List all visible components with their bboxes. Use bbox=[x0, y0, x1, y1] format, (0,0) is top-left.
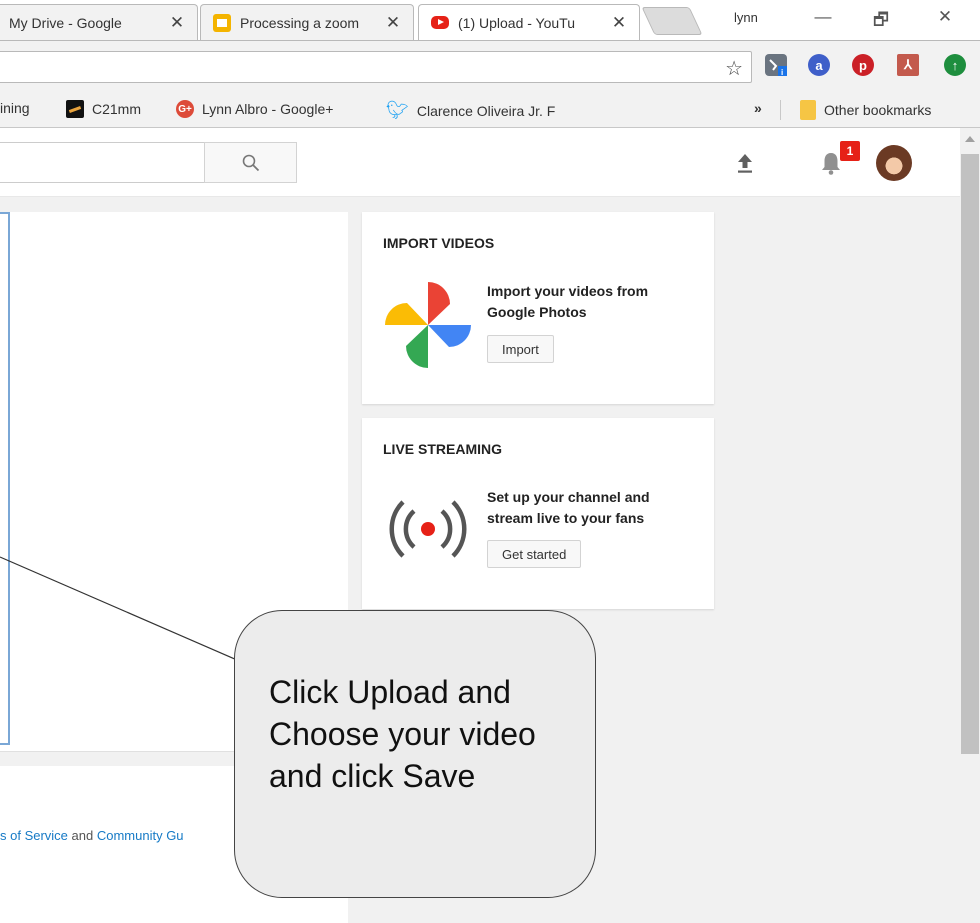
tab-youtube-upload[interactable]: (1) Upload - YouTu ✕ bbox=[418, 4, 640, 40]
folder-icon bbox=[800, 100, 816, 120]
instruction-callout: Click Upload and Choose your video and c… bbox=[234, 610, 596, 898]
notification-count-badge: 1 bbox=[840, 141, 860, 161]
bookmark-item[interactable]: G+ Lynn Albro - Google+ bbox=[176, 100, 333, 118]
tab-title: Processing a zoom bbox=[240, 14, 360, 31]
close-icon[interactable]: ✕ bbox=[611, 13, 627, 33]
youtube-icon bbox=[431, 16, 449, 29]
browser-tab-strip: My Drive - Google ✕ Processing a zoom ✕ … bbox=[0, 0, 980, 40]
live-stream-icon bbox=[389, 500, 467, 558]
update-icon[interactable]: ↑ bbox=[944, 54, 966, 76]
avatar[interactable] bbox=[876, 145, 912, 181]
live-streaming-card: LIVE STREAMING Set up your channel and s… bbox=[362, 418, 714, 609]
callout-text: Click Upload and Choose your video and c… bbox=[269, 674, 536, 794]
terms-conjunction: and bbox=[67, 828, 97, 843]
twitter-icon: 🐦︎ bbox=[386, 100, 409, 120]
tab-title: My Drive - Google bbox=[9, 14, 122, 31]
bookmark-item[interactable]: 🐦︎ Clarence Oliveira Jr. F bbox=[386, 100, 555, 121]
other-bookmarks-folder[interactable]: Other bookmarks bbox=[800, 100, 931, 120]
close-icon[interactable]: ✕ bbox=[385, 13, 401, 33]
svg-text:i: i bbox=[781, 68, 783, 76]
tab-title: (1) Upload - YouTu bbox=[458, 14, 575, 31]
new-tab-button[interactable] bbox=[641, 7, 703, 35]
card-title: IMPORT VIDEOS bbox=[383, 235, 495, 251]
scrollbar-thumb[interactable] bbox=[961, 154, 979, 754]
close-icon[interactable]: ✕ bbox=[169, 13, 185, 33]
slides-icon bbox=[213, 13, 231, 32]
bookmark-label: C21mm bbox=[92, 101, 142, 117]
extension-icon[interactable]: i bbox=[765, 54, 787, 76]
minimize-icon[interactable]: — bbox=[808, 7, 838, 27]
card-description: Set up your channel and stream live to y… bbox=[487, 489, 650, 526]
profile-name[interactable]: lynn bbox=[734, 10, 758, 25]
search-input[interactable] bbox=[0, 142, 206, 183]
bookmarks-overflow-button[interactable]: » bbox=[754, 100, 762, 116]
pdf-icon[interactable]: ⅄ bbox=[897, 54, 919, 76]
google-photos-icon bbox=[385, 282, 471, 368]
import-videos-card: IMPORT VIDEOS Import your videos from Go… bbox=[362, 212, 714, 404]
amazon-assistant-icon[interactable]: a bbox=[808, 54, 830, 76]
scroll-up-arrow-icon[interactable] bbox=[965, 136, 975, 142]
youtube-header: 1 bbox=[0, 128, 960, 197]
bookmark-item[interactable]: ining bbox=[0, 100, 30, 116]
card-title: LIVE STREAMING bbox=[383, 441, 503, 457]
bookmark-star-icon[interactable]: ☆ bbox=[725, 56, 743, 81]
upload-icon[interactable] bbox=[735, 152, 755, 174]
bookmark-label: ining bbox=[0, 100, 30, 116]
get-started-button[interactable]: Get started bbox=[487, 540, 582, 568]
tab-my-drive[interactable]: My Drive - Google ✕ bbox=[0, 4, 198, 40]
pinterest-icon[interactable]: p bbox=[852, 54, 874, 76]
terms-text: s of Service and Community Gu bbox=[0, 828, 236, 843]
bookmarks-separator bbox=[780, 100, 781, 120]
import-button[interactable]: Import bbox=[487, 335, 554, 363]
bookmark-label: Other bookmarks bbox=[824, 102, 932, 118]
c21-icon bbox=[66, 100, 84, 118]
terms-of-service-link[interactable]: s of Service bbox=[0, 828, 68, 843]
bookmark-label: Lynn Albro - Google+ bbox=[202, 101, 334, 117]
search-button[interactable] bbox=[204, 142, 297, 183]
file-dialog-edge bbox=[0, 212, 10, 745]
bookmark-item[interactable]: C21mm bbox=[66, 100, 141, 118]
notifications-bell-icon[interactable] bbox=[820, 150, 842, 176]
community-guidelines-link[interactable]: Community Gu bbox=[97, 828, 184, 843]
google-plus-icon: G+ bbox=[176, 100, 194, 118]
browser-toolbar: ☆ bbox=[0, 40, 980, 92]
bookmark-label: Clarence Oliveira Jr. F bbox=[416, 102, 556, 119]
bookmarks-bar: ining C21mm G+ Lynn Albro - Google+ 🐦︎ C… bbox=[0, 92, 980, 128]
restore-icon[interactable]: 🗗 bbox=[866, 7, 896, 36]
card-description: Import your videos from Google Photos bbox=[487, 283, 649, 320]
close-window-icon[interactable]: ✕ bbox=[930, 7, 960, 27]
tab-processing-zoom[interactable]: Processing a zoom ✕ bbox=[200, 4, 414, 40]
address-bar[interactable]: ☆ bbox=[0, 51, 752, 83]
search-icon bbox=[242, 154, 259, 171]
